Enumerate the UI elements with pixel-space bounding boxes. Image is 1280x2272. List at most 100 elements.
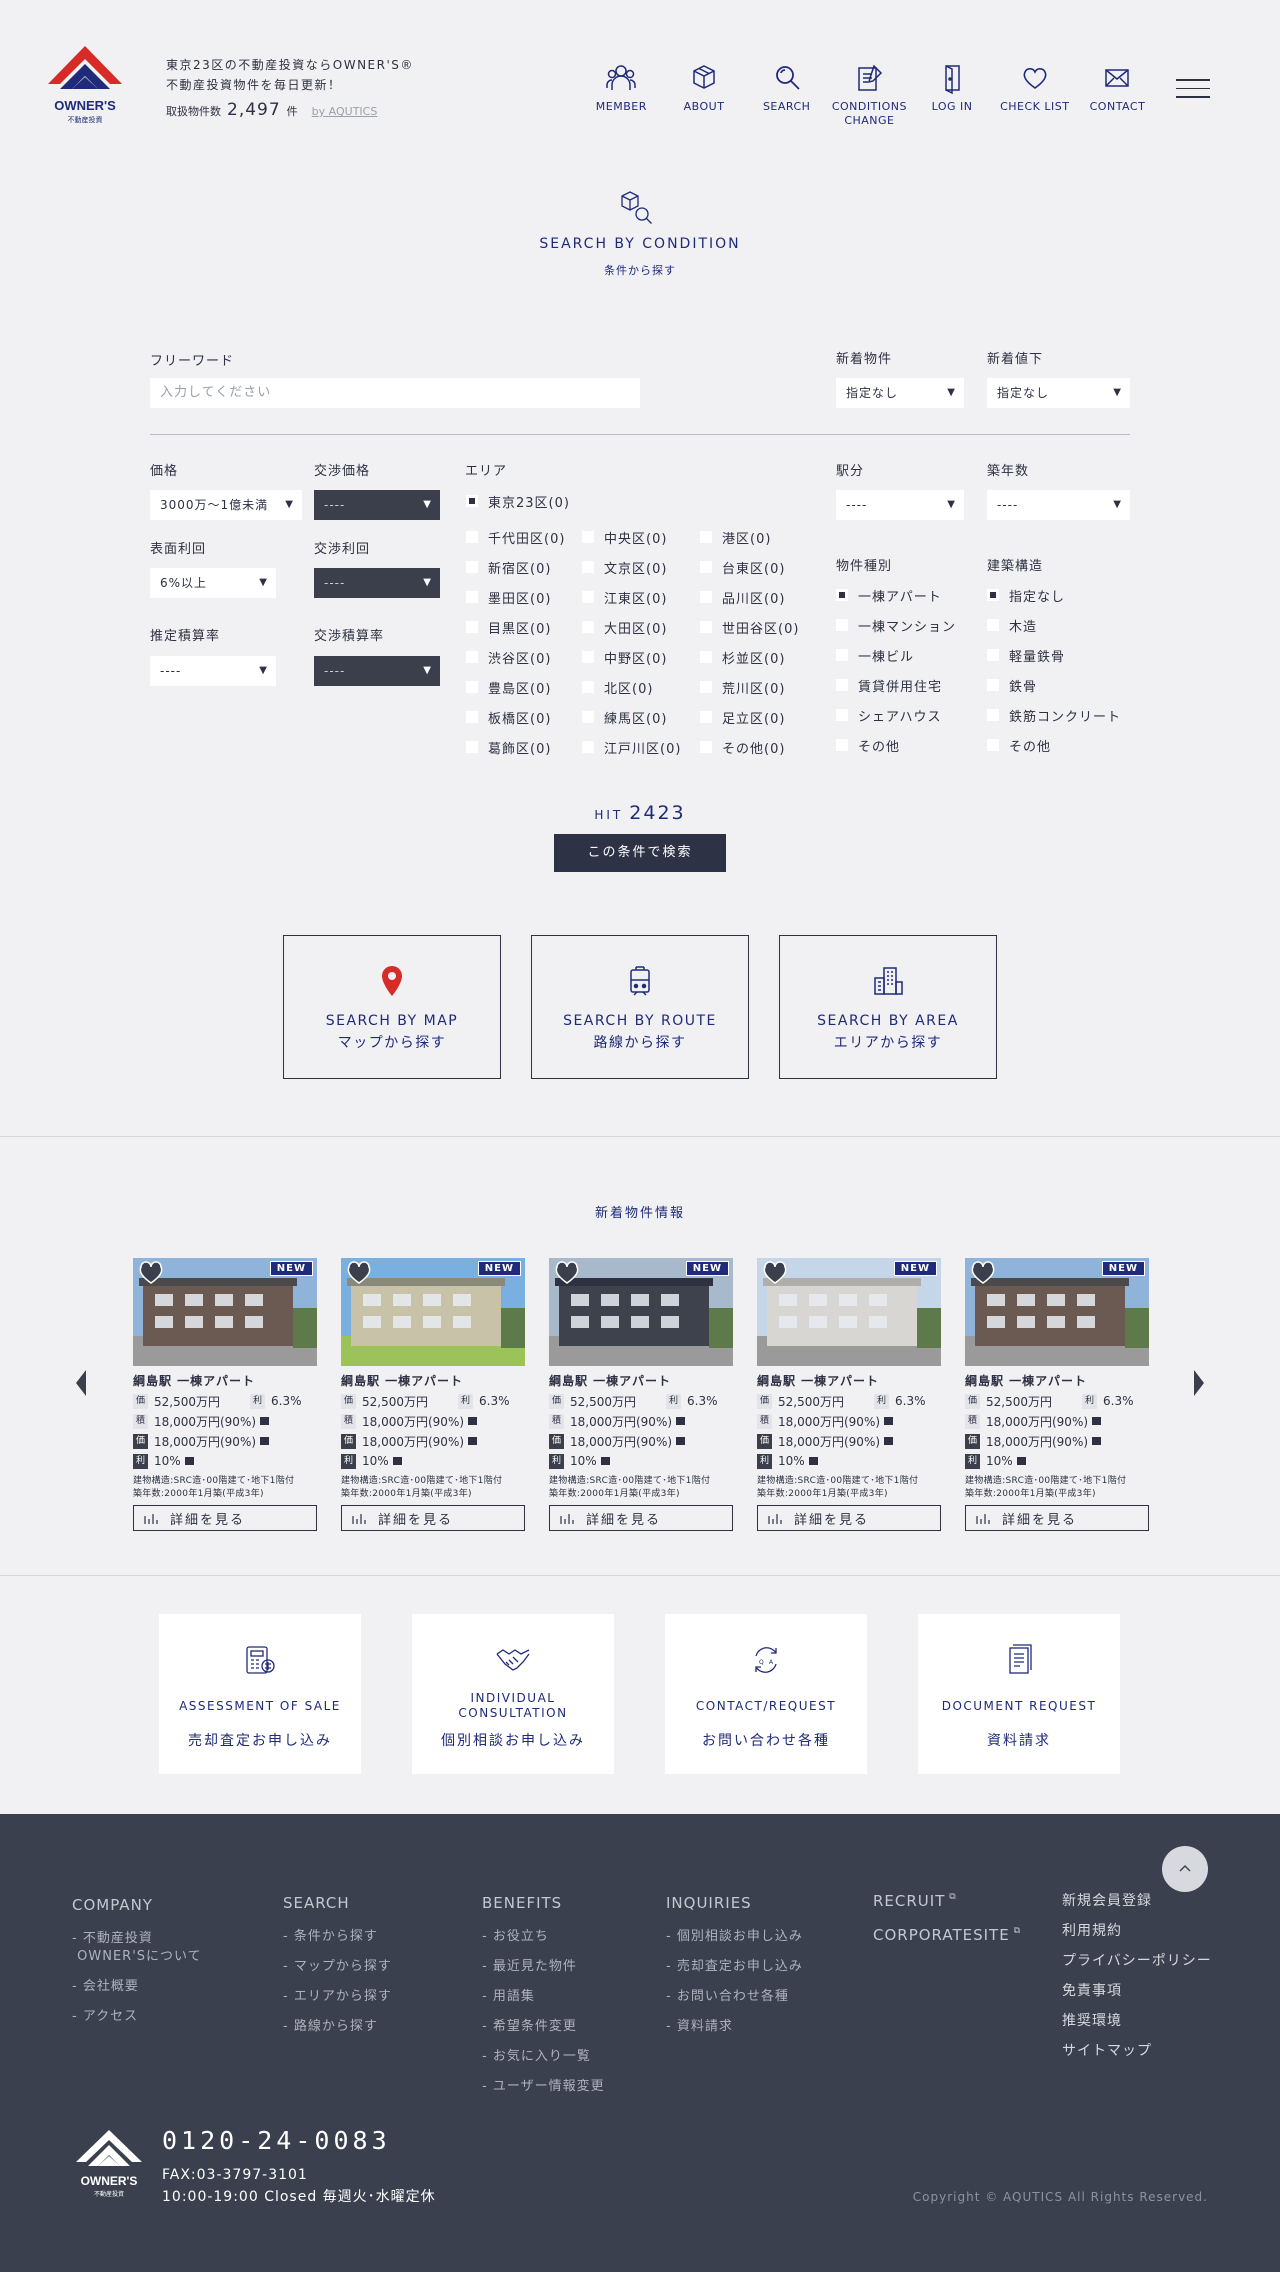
footer-link[interactable]: - お問い合わせ各種	[666, 1988, 803, 2006]
struct-checkbox[interactable]: その他	[987, 730, 1121, 760]
checkbox[interactable]	[582, 531, 594, 543]
area-checkbox[interactable]: 目黒区(0)	[466, 612, 551, 642]
comment-icon[interactable]	[1092, 1417, 1102, 1425]
comment-icon[interactable]	[676, 1417, 686, 1425]
footer-link[interactable]: 免責事項	[1062, 1980, 1212, 2000]
checkbox[interactable]	[466, 741, 478, 753]
checkbox[interactable]	[836, 589, 848, 601]
comment-icon[interactable]	[260, 1437, 270, 1445]
type-checkbox[interactable]: 一棟アパート	[836, 580, 956, 610]
checkbox[interactable]	[466, 591, 478, 603]
property-photo[interactable]: NEW	[341, 1258, 525, 1366]
nego-price-select[interactable]: ----	[314, 490, 440, 520]
area-checkbox[interactable]: 新宿区(0)	[466, 552, 551, 582]
footer-phone[interactable]: 0120-24-0083	[162, 2126, 391, 2155]
carousel-next-arrow[interactable]	[1194, 1370, 1204, 1396]
struct-checkbox[interactable]: 指定なし	[987, 580, 1121, 610]
area-checkbox[interactable]: 板橋区(0)	[466, 702, 551, 732]
area-checkbox[interactable]: 千代田区(0)	[466, 522, 565, 552]
struct-checkbox[interactable]: 軽量鉄骨	[987, 640, 1121, 670]
view-details-button[interactable]: 詳細を見る	[965, 1505, 1149, 1531]
nav-contact[interactable]: CONTACT	[1076, 62, 1159, 128]
document-tile[interactable]: DOCUMENT REQUEST 資料請求	[918, 1614, 1120, 1774]
favorite-heart-icon[interactable]	[553, 1260, 581, 1286]
area-checkbox[interactable]: その他(0)	[700, 732, 785, 762]
checkbox[interactable]	[700, 711, 712, 723]
checkbox[interactable]	[700, 741, 712, 753]
area-checkbox[interactable]: 北区(0)	[582, 672, 653, 702]
area-checkbox[interactable]: 大田区(0)	[582, 612, 667, 642]
view-details-button[interactable]: 詳細を見る	[133, 1505, 317, 1531]
comment-icon[interactable]	[600, 1457, 610, 1465]
footer-link[interactable]: 利用規約	[1062, 1920, 1212, 1940]
est-select[interactable]: ----	[150, 656, 276, 686]
footer-link[interactable]: - エリアから探す	[283, 1988, 392, 2006]
footer-link[interactable]: - 会社概要	[72, 1978, 202, 1996]
favorite-heart-icon[interactable]	[761, 1260, 789, 1286]
age-select[interactable]: ----	[987, 490, 1130, 520]
view-details-button[interactable]: 詳細を見る	[341, 1505, 525, 1531]
checkbox[interactable]	[836, 709, 848, 721]
footer-link[interactable]: - お気に入り一覧	[482, 2048, 605, 2066]
area-checkbox[interactable]: 中央区(0)	[582, 522, 667, 552]
checkbox[interactable]	[582, 591, 594, 603]
comment-icon[interactable]	[1016, 1457, 1026, 1465]
checkbox[interactable]	[582, 711, 594, 723]
area-checkbox[interactable]: 世田谷区(0)	[700, 612, 799, 642]
footer-link[interactable]: - お役立ち	[482, 1928, 605, 1946]
comment-icon[interactable]	[184, 1457, 194, 1465]
struct-checkbox[interactable]: 鉄筋コンクリート	[987, 700, 1121, 730]
footer-logo[interactable]: OWNER'S 不動産投資	[74, 2128, 144, 2202]
footer-link[interactable]: 新規会員登録	[1062, 1890, 1212, 1910]
aqutics-link[interactable]: by AQUTICS	[312, 105, 378, 118]
type-checkbox[interactable]: 一棟マンション	[836, 610, 956, 640]
checkbox[interactable]	[700, 591, 712, 603]
type-checkbox[interactable]: シェアハウス	[836, 700, 956, 730]
footer-link[interactable]: - 用語集	[482, 1988, 605, 2006]
area-checkbox[interactable]: 江戸川区(0)	[582, 732, 681, 762]
area-checkbox[interactable]: 墨田区(0)	[466, 582, 551, 612]
favorite-heart-icon[interactable]	[969, 1260, 997, 1286]
property-photo[interactable]: NEW	[757, 1258, 941, 1366]
checkbox[interactable]	[987, 679, 999, 691]
property-name[interactable]: 綱島駅 一棟アパート	[549, 1372, 733, 1389]
checkbox[interactable]	[466, 651, 478, 663]
checkbox[interactable]	[700, 561, 712, 573]
footer-link[interactable]: - 不動産投資 OWNER'Sについて	[72, 1930, 202, 1966]
checkbox[interactable]	[987, 589, 999, 601]
property-name[interactable]: 綱島駅 一棟アパート	[965, 1372, 1149, 1389]
comment-icon[interactable]	[676, 1437, 686, 1445]
checkbox[interactable]	[582, 561, 594, 573]
struct-checkbox[interactable]: 木造	[987, 610, 1121, 640]
area-checkbox[interactable]: 杉並区(0)	[700, 642, 785, 672]
checkbox[interactable]	[582, 621, 594, 633]
type-checkbox[interactable]: 一棟ビル	[836, 640, 956, 670]
area-checkbox[interactable]: 中野区(0)	[582, 642, 667, 672]
comment-icon[interactable]	[468, 1437, 478, 1445]
area-checkbox[interactable]: 豊島区(0)	[466, 672, 551, 702]
footer-link[interactable]: - 希望条件変更	[482, 2018, 605, 2036]
area-checkbox[interactable]: 文京区(0)	[582, 552, 667, 582]
price-drop-select[interactable]: 指定なし	[987, 378, 1130, 408]
assessment-tile[interactable]: ASSESSMENT OF SALE 売却査定お申し込み	[159, 1614, 361, 1774]
checkbox[interactable]	[700, 621, 712, 633]
comment-icon[interactable]	[260, 1417, 270, 1425]
nav-conditions-change[interactable]: CONDITIONS CHANGE	[828, 62, 911, 128]
checkbox[interactable]	[582, 651, 594, 663]
area-checkbox[interactable]: 葛飾区(0)	[466, 732, 551, 762]
new-select[interactable]: 指定なし	[836, 378, 964, 408]
property-name[interactable]: 綱島駅 一棟アパート	[757, 1372, 941, 1389]
footer-link[interactable]: サイトマップ	[1062, 2040, 1212, 2060]
comment-icon[interactable]	[468, 1417, 478, 1425]
footer-link[interactable]: - 路線から探す	[283, 2018, 392, 2036]
checkbox[interactable]	[466, 621, 478, 633]
area-checkbox[interactable]: 港区(0)	[700, 522, 771, 552]
contact-tile[interactable]: QA CONTACT/REQUEST お問い合わせ各種	[665, 1614, 867, 1774]
nego-est-select[interactable]: ----	[314, 656, 440, 686]
property-photo[interactable]: NEW	[549, 1258, 733, 1366]
favorite-heart-icon[interactable]	[137, 1260, 165, 1286]
checkbox[interactable]	[836, 679, 848, 691]
price-select[interactable]: 3000万〜1億未満	[150, 490, 302, 520]
owners-logo[interactable]: OWNER'S 不動産投資	[46, 44, 124, 126]
back-to-top-button[interactable]	[1162, 1846, 1208, 1892]
